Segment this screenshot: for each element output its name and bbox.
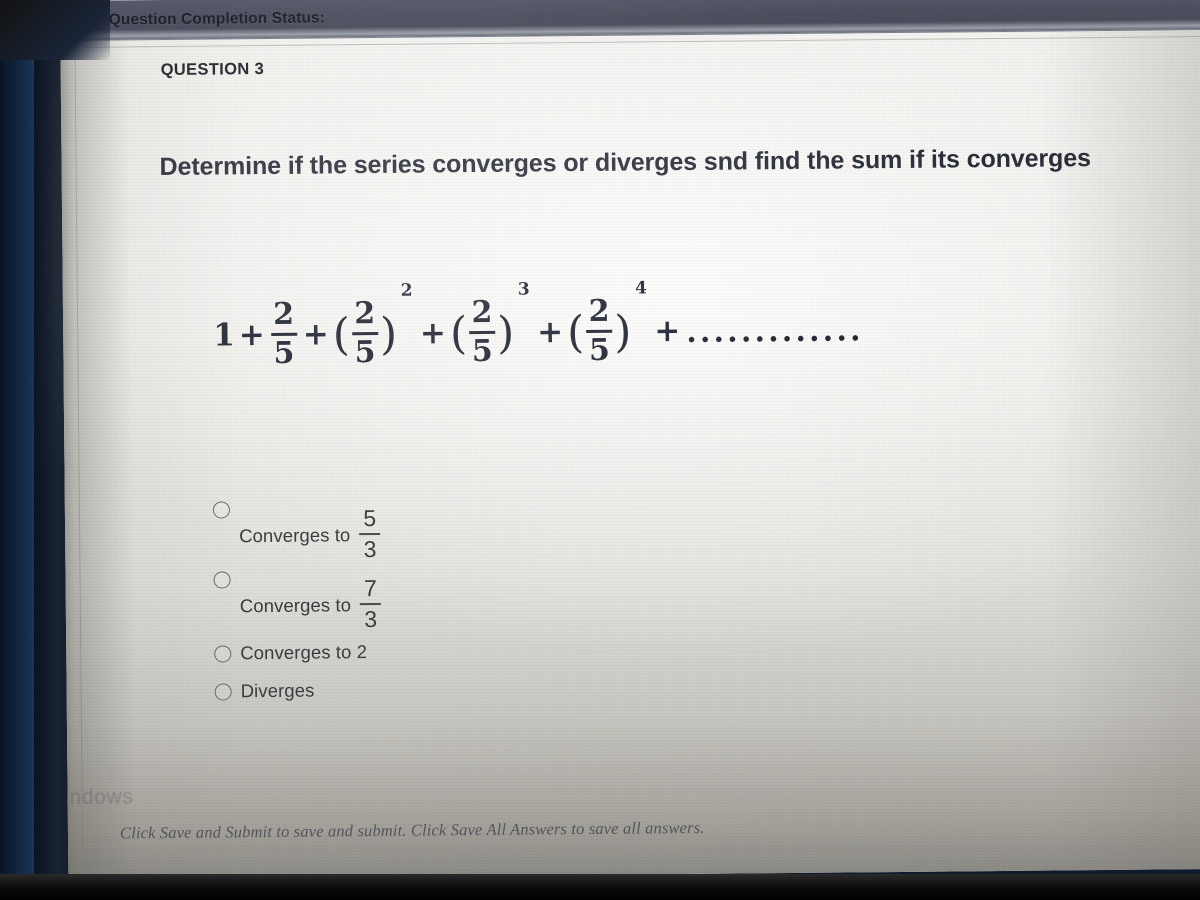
answer-option-d[interactable]: Diverges	[214, 676, 735, 703]
fraction-bar	[360, 602, 382, 606]
fraction-denominator: 5	[588, 332, 611, 368]
fraction-numerator: 2	[471, 294, 493, 331]
fraction-numerator: 7	[363, 574, 377, 602]
page-vignette	[60, 0, 1200, 880]
answer-option-b[interactable]: Converges to 7 3	[213, 564, 733, 632]
fraction-numerator: 2	[354, 295, 376, 332]
fraction-numerator: 5	[363, 504, 377, 532]
expression-plus-4: +	[536, 313, 564, 350]
radio-button-d[interactable]	[214, 683, 232, 701]
answer-option-c-body: Converges to 2	[240, 641, 367, 664]
exponent-3: 3	[517, 279, 530, 300]
activate-windows-watermark: ndows	[69, 785, 134, 809]
content-frame-rule	[74, 45, 84, 846]
screen-photo: ▾ Question Completion Status: QUESTION 3…	[0, 0, 1200, 900]
fraction-bar	[359, 532, 381, 536]
exponent-2: 2	[400, 280, 413, 301]
answer-option-c[interactable]: Converges to 2	[214, 638, 734, 665]
fraction-numerator: 2	[588, 293, 610, 329]
quiz-page: ▾ Question Completion Status: QUESTION 3…	[60, 0, 1200, 880]
answer-option-d-label: Diverges	[240, 679, 315, 702]
fraction-denominator: 3	[364, 605, 378, 633]
monitor-bezel-left	[0, 0, 34, 900]
fraction-denominator: 5	[471, 333, 493, 370]
save-submit-instructions: Click Save and Submit to save and submit…	[119, 817, 705, 843]
expression-plus-1: +	[238, 316, 265, 353]
radio-button-b[interactable]	[213, 571, 231, 589]
question-completion-status-bar[interactable]: ▾ Question Completion Status:	[82, 0, 1200, 41]
answer-option-a-label: Converges to	[239, 524, 351, 547]
fraction-term-1: 2 5	[270, 296, 297, 371]
question-completion-status-label: Question Completion Status:	[108, 8, 326, 29]
series-expression: 1 + 2 5 + ( 2 5 ) 2 + ( 2 5 ) 3 + (2 5 …	[213, 278, 864, 371]
fraction-term-4: 2 5	[586, 293, 613, 368]
expression-plus-5: +	[654, 312, 681, 349]
fraction-term-2: 2 5	[351, 295, 379, 371]
monitor-bezel-bottom	[0, 874, 1200, 900]
exponent-4: 4	[634, 278, 647, 299]
answer-option-a[interactable]: Converges to 5 3	[212, 494, 733, 562]
question-number-label: QUESTION 3	[160, 60, 265, 80]
radio-button-a[interactable]	[212, 501, 230, 519]
expression-first-term: 1	[213, 316, 235, 354]
radio-button-c[interactable]	[214, 645, 232, 663]
answer-option-a-fraction: 5 3	[359, 504, 381, 563]
fraction-denominator: 3	[363, 535, 377, 563]
answer-option-b-body: Converges to 7 3	[239, 574, 382, 633]
expression-ellipsis: .............	[686, 313, 864, 351]
answer-option-d-body: Diverges	[241, 680, 315, 703]
fraction-term-3: 2 5	[469, 294, 496, 370]
answer-option-a-body: Converges to 5 3	[239, 504, 381, 563]
fraction-denominator: 5	[354, 334, 376, 371]
answer-options-list: Converges to 5 3 Converges to 7 3 Conver…	[212, 494, 735, 719]
monitor-bezel-shadow	[34, 0, 74, 900]
fraction-denominator: 5	[273, 335, 295, 371]
answer-option-b-label: Converges to	[239, 594, 352, 617]
answer-option-c-label: Converges to 2	[240, 641, 368, 664]
expression-plus-3: +	[419, 314, 447, 352]
answer-option-b-fraction: 7 3	[360, 574, 382, 633]
page-lighting	[60, 0, 1200, 880]
photo-corner-shadow	[0, 0, 110, 60]
expression-plus-2: +	[302, 315, 329, 353]
fraction-numerator: 2	[272, 296, 295, 332]
question-prompt: Determine if the series converges or div…	[159, 144, 1091, 182]
